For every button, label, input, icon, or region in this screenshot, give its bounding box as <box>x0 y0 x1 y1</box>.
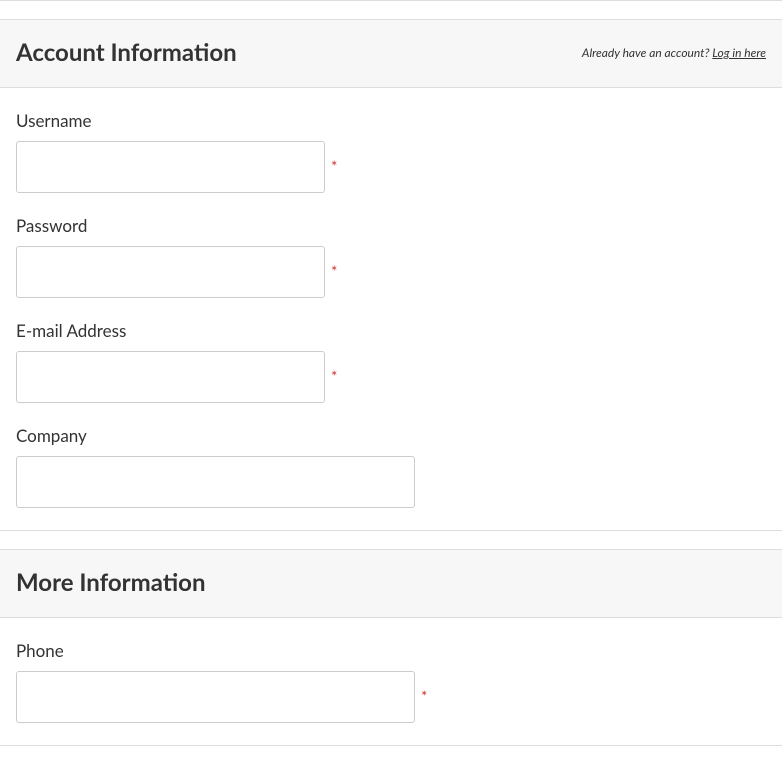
company-label: Company <box>16 425 766 446</box>
phone-field: Phone * <box>16 640 766 723</box>
account-information-section: Account Information Already have an acco… <box>0 19 782 531</box>
more-information-header: More Information <box>0 550 782 618</box>
required-indicator: * <box>331 263 337 281</box>
phone-label: Phone <box>16 640 766 661</box>
required-indicator: * <box>331 368 337 386</box>
more-information-section: More Information Phone * <box>0 549 782 746</box>
username-input[interactable] <box>16 141 325 193</box>
more-information-body: Phone * <box>0 618 782 745</box>
email-label: E-mail Address <box>16 320 766 341</box>
account-information-body: Username * Password * E-mail Address * C… <box>0 88 782 530</box>
section-title: More Information <box>16 568 206 597</box>
email-field: E-mail Address * <box>16 320 766 403</box>
company-input[interactable] <box>16 456 415 508</box>
login-prompt-text: Already have an account? <box>582 45 712 60</box>
required-indicator: * <box>331 158 337 176</box>
top-divider <box>0 0 782 1</box>
username-label: Username <box>16 110 766 131</box>
section-title: Account Information <box>16 38 237 67</box>
username-field: Username * <box>16 110 766 193</box>
company-field: Company <box>16 425 766 508</box>
account-information-header: Account Information Already have an acco… <box>0 20 782 88</box>
password-field: Password * <box>16 215 766 298</box>
required-indicator: * <box>421 688 427 706</box>
password-label: Password <box>16 215 766 236</box>
login-link[interactable]: Log in here <box>712 45 766 60</box>
email-input[interactable] <box>16 351 325 403</box>
phone-input[interactable] <box>16 671 415 723</box>
password-input[interactable] <box>16 246 325 298</box>
login-prompt: Already have an account? Log in here <box>582 45 766 60</box>
